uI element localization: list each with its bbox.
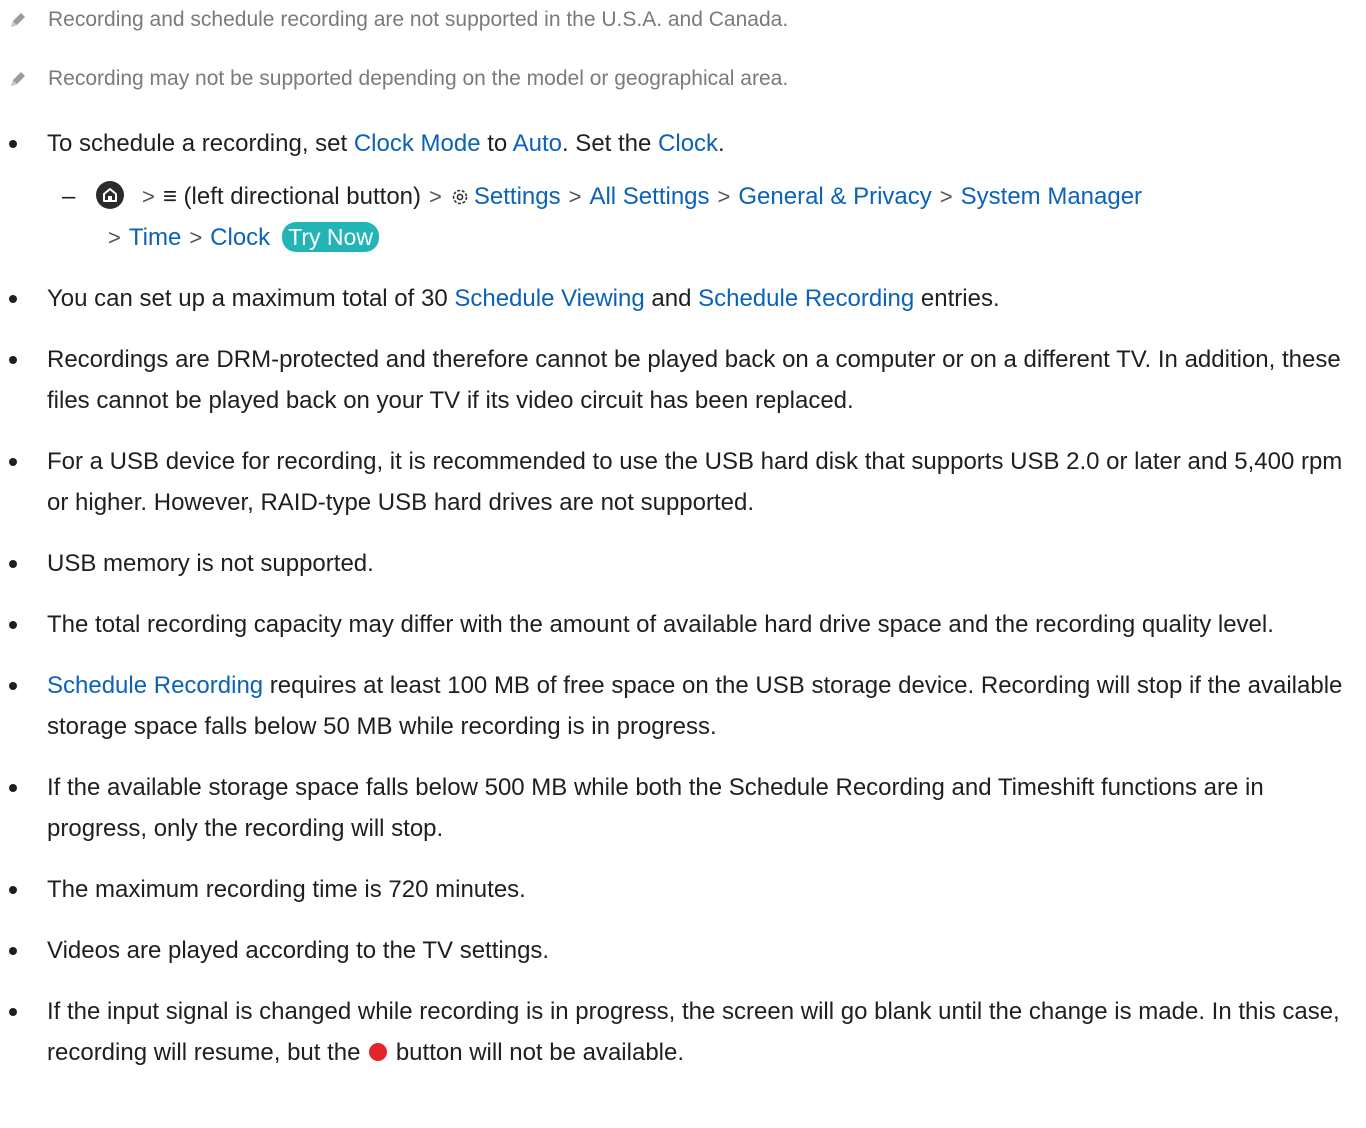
link-settings[interactable]: Settings xyxy=(474,183,561,210)
text: to xyxy=(480,130,513,157)
bullet-dot xyxy=(9,295,17,303)
list-item: USB memory is not supported. xyxy=(0,543,1350,584)
text: The maximum recording time is 720 minute… xyxy=(47,876,526,903)
link-time[interactable]: Time xyxy=(129,224,181,251)
text: . Set the xyxy=(561,130,659,157)
home-icon xyxy=(96,181,124,209)
note-text: Recording and schedule recording are not… xyxy=(48,8,789,31)
list-item: Recordings are DRM-protected and therefo… xyxy=(0,339,1350,421)
link-system-manager[interactable]: System Manager xyxy=(961,183,1142,210)
list-item: The total recording capacity may differ … xyxy=(0,604,1350,645)
bullet-dot xyxy=(9,621,17,629)
list-item: For a USB device for recording, it is re… xyxy=(0,441,1350,523)
list-item: If the available storage space falls bel… xyxy=(0,767,1350,849)
separator: > xyxy=(108,225,121,250)
list-item: The maximum recording time is 720 minute… xyxy=(0,869,1350,910)
path-dash: – xyxy=(62,183,76,210)
link-general-privacy[interactable]: General & Privacy xyxy=(738,183,931,210)
text: entries. xyxy=(914,285,1000,312)
text: If the input signal is changed while rec… xyxy=(47,998,1340,1066)
link-clock[interactable]: Clock xyxy=(658,130,718,157)
bullet-dot xyxy=(9,682,17,690)
link-clock-setting[interactable]: Clock xyxy=(210,224,270,251)
link-all-settings[interactable]: All Settings xyxy=(589,183,709,210)
link-schedule-recording[interactable]: Schedule Recording xyxy=(698,285,914,312)
text: . xyxy=(718,130,725,157)
bullet-dot xyxy=(9,140,17,148)
text: You can set up a maximum total of 30 xyxy=(47,285,455,312)
text: The total recording capacity may differ … xyxy=(47,611,1274,638)
bullet-dot xyxy=(9,1008,17,1016)
text: If the available storage space falls bel… xyxy=(47,774,1264,842)
text: Recordings are DRM-protected and therefo… xyxy=(47,346,1341,414)
text: To schedule a recording, set xyxy=(47,130,354,157)
text: (left directional button) xyxy=(183,183,422,210)
separator: > xyxy=(429,184,442,209)
list-item: Videos are played according to the TV se… xyxy=(0,930,1350,971)
list-item: Schedule Recording requires at least 100… xyxy=(0,665,1350,747)
note-model-dependent: Recording may not be supported depending… xyxy=(0,64,1346,94)
text: Videos are played according to the TV se… xyxy=(47,937,550,964)
list-item: If the input signal is changed while rec… xyxy=(0,991,1350,1073)
menu-path: – > ≡ (left directional button) > Settings… xyxy=(0,176,1350,258)
bullet-dot xyxy=(9,560,17,568)
menu-icon: ≡ xyxy=(162,183,177,210)
text: button will not be available. xyxy=(389,1039,685,1066)
link-auto[interactable]: Auto xyxy=(513,130,562,157)
gear-icon xyxy=(452,189,468,205)
pencil-icon xyxy=(11,72,25,86)
bullet-dot xyxy=(9,356,17,364)
separator: > xyxy=(189,225,203,250)
text: USB memory is not supported. xyxy=(47,550,374,577)
text: and xyxy=(644,285,699,312)
note-text: Recording may not be supported depending… xyxy=(48,67,789,90)
bullet-dot xyxy=(9,886,17,894)
list-item: To schedule a recording, set Clock Mode … xyxy=(0,123,1350,164)
bullet-dot xyxy=(9,784,17,792)
pencil-icon xyxy=(11,13,25,27)
link-schedule-viewing[interactable]: Schedule Viewing xyxy=(454,285,644,312)
try-now-button[interactable]: Try Now xyxy=(282,222,379,252)
link-schedule-recording[interactable]: Schedule Recording xyxy=(47,672,263,699)
separator: > xyxy=(142,184,155,209)
list-item: You can set up a maximum total of 30 Sch… xyxy=(0,278,1350,319)
note-not-supported-region: Recording and schedule recording are not… xyxy=(0,5,1346,35)
text: For a USB device for recording, it is re… xyxy=(47,448,1343,516)
bullet-dot xyxy=(9,458,17,466)
link-clock-mode[interactable]: Clock Mode xyxy=(354,130,481,157)
bullet-dot xyxy=(9,947,17,955)
bullet-list: To schedule a recording, set Clock Mode … xyxy=(0,123,1350,1093)
record-dot-icon xyxy=(369,1043,388,1061)
separator: > xyxy=(568,184,582,209)
separator: > xyxy=(717,184,731,209)
separator: > xyxy=(939,184,953,209)
